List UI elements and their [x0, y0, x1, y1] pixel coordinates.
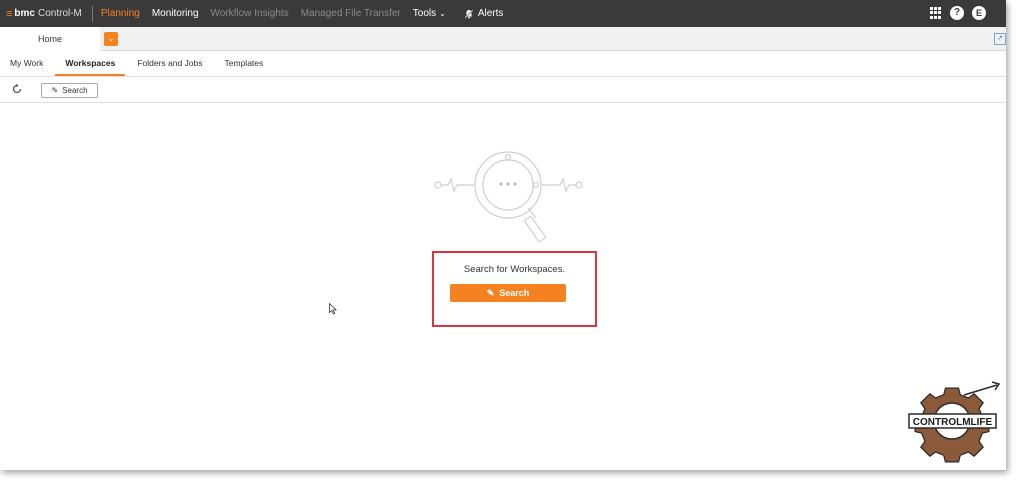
search-illustration: [434, 151, 583, 243]
user-avatar-icon[interactable]: E: [972, 6, 986, 20]
top-right-actions: ? E: [930, 6, 986, 20]
toolbar-search-button[interactable]: ✎ Search: [41, 83, 98, 98]
chevron-down-icon: ⌄: [107, 34, 115, 43]
tab-dropdown-button[interactable]: ⌄: [104, 32, 118, 46]
watermark-text: CONTROLMLIFE: [913, 417, 993, 428]
refresh-icon[interactable]: [11, 83, 23, 95]
apps-grid-icon[interactable]: [930, 7, 942, 19]
bmc-logo-icon: ≡: [6, 7, 13, 20]
help-icon[interactable]: ?: [950, 6, 964, 20]
pencil-icon: ✎: [51, 86, 59, 95]
chevron-down-icon: ⌄: [439, 9, 446, 18]
sub-nav: My Work Workspaces Folders and Jobs Temp…: [0, 51, 1006, 77]
nav-workflow-insights[interactable]: Workflow Insights: [211, 8, 289, 19]
nav-planning[interactable]: Planning: [101, 8, 140, 19]
nav-alerts[interactable]: Alerts: [464, 8, 504, 19]
subtab-my-work[interactable]: My Work: [10, 58, 43, 76]
nav-alerts-label: Alerts: [477, 8, 504, 19]
subtab-workspaces[interactable]: Workspaces: [55, 58, 126, 76]
search-button[interactable]: ✎ Search: [450, 284, 566, 302]
brand-logo[interactable]: ≡ bmc Control-M: [6, 8, 82, 20]
controlmlife-watermark-logo: CONTROLMLIFE: [908, 381, 1000, 463]
nav-managed-file-transfer[interactable]: Managed File Transfer: [301, 8, 401, 19]
bell-slash-icon: [464, 9, 474, 18]
search-button-label: Search: [499, 288, 530, 298]
nav-divider: [91, 5, 93, 22]
product-name: Control-M: [37, 8, 82, 19]
app-window: ≡ bmc Control-M Planning Monitoring Work…: [0, 0, 1006, 470]
nav-tools-label: Tools: [412, 8, 437, 19]
nav-tools[interactable]: Tools ⌄: [413, 8, 446, 19]
pencil-icon: ✎: [486, 287, 495, 298]
subtab-folders-and-jobs[interactable]: Folders and Jobs: [137, 58, 202, 76]
nav-monitoring[interactable]: Monitoring: [152, 8, 199, 19]
tab-strip: Home ⌄ ↗: [0, 27, 1006, 51]
toolbar-search-label: Search: [62, 86, 88, 95]
subtab-templates[interactable]: Templates: [225, 58, 264, 76]
mouse-cursor-icon: [329, 303, 337, 315]
brand-name: bmc: [14, 8, 35, 19]
toolbar: ✎ Search: [0, 78, 1006, 103]
tab-home[interactable]: Home: [0, 27, 100, 51]
empty-state-message: Search for Workspaces.: [463, 264, 566, 275]
expand-icon[interactable]: ↗: [994, 33, 1006, 45]
top-nav: ≡ bmc Control-M Planning Monitoring Work…: [0, 0, 1006, 27]
